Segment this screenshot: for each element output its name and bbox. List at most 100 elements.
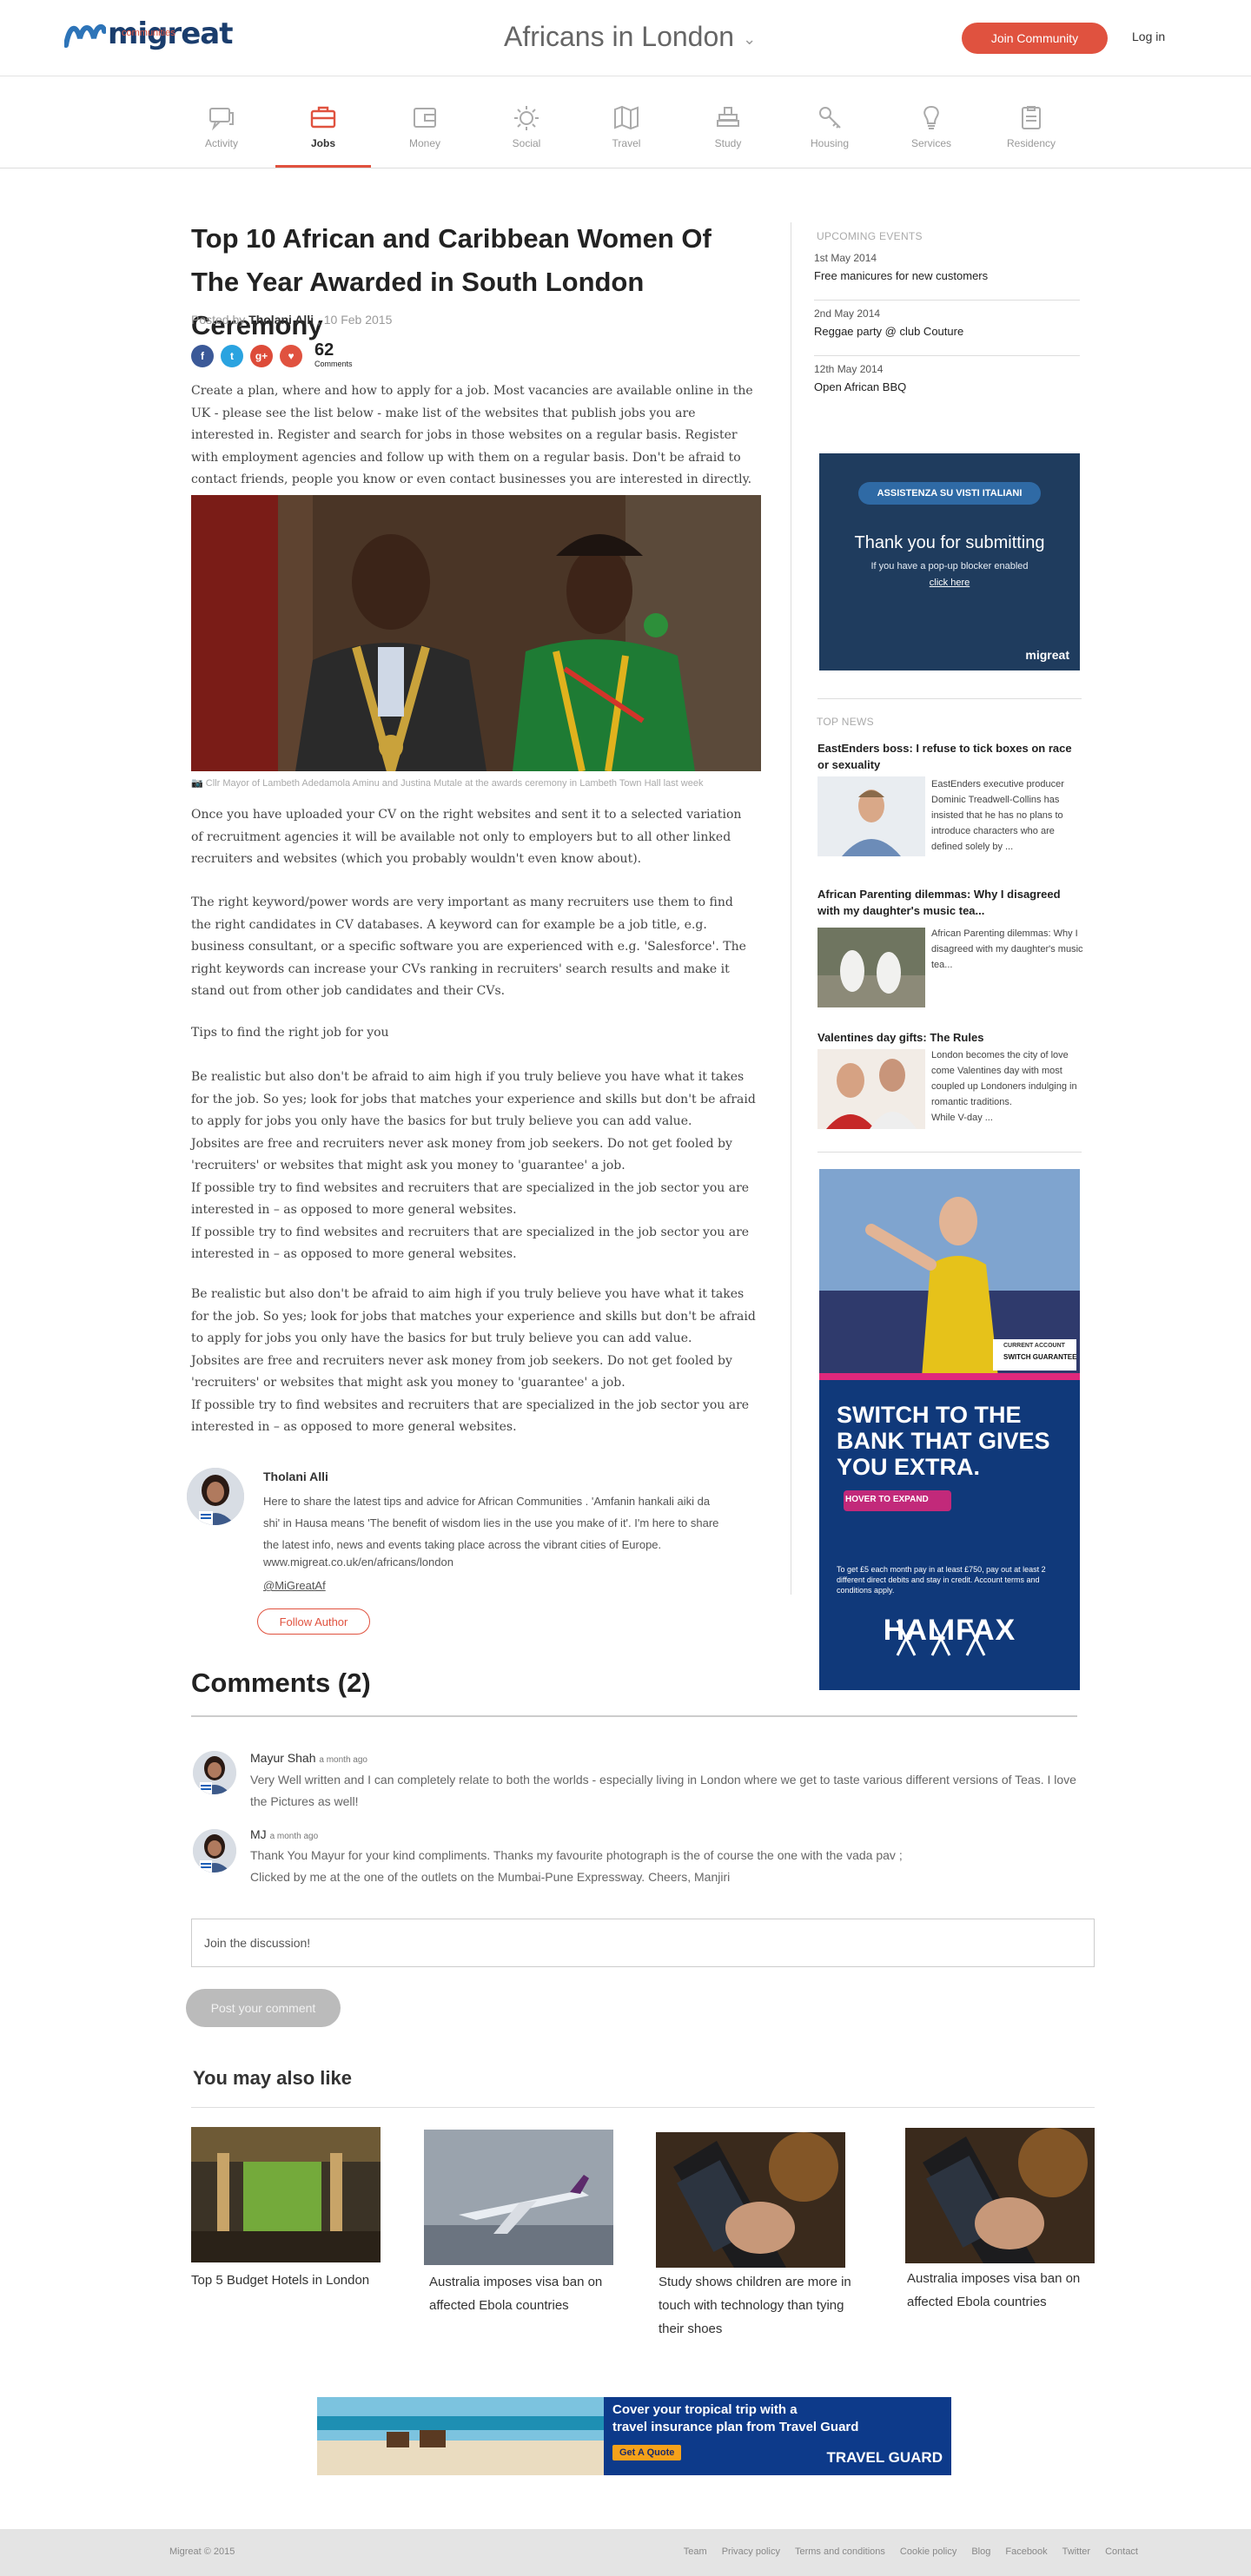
author-bio: Here to share the latest tips and advice… bbox=[263, 1495, 719, 1551]
tab-label: Jobs bbox=[310, 137, 335, 149]
tab-money[interactable]: Money bbox=[377, 102, 473, 149]
news-title[interactable]: EastEnders boss: I refuse to tick boxes … bbox=[817, 740, 1082, 773]
divider bbox=[191, 2107, 1095, 2108]
get-quote-button[interactable]: Get A Quote bbox=[612, 2445, 682, 2460]
facebook-share-icon[interactable]: f bbox=[191, 344, 214, 367]
avatar[interactable] bbox=[193, 1829, 236, 1873]
event-title: Open African BBQ bbox=[814, 380, 907, 393]
ad-click-here-link[interactable]: click here bbox=[819, 578, 1080, 588]
google-plus-share-icon[interactable]: g+ bbox=[250, 344, 273, 367]
event-date: 1st May 2014 bbox=[814, 252, 877, 264]
comment-text: Very Well written and I can completely r… bbox=[250, 1773, 1076, 1808]
comment-author-name[interactable]: MJ bbox=[250, 1827, 267, 1841]
comment-input[interactable] bbox=[191, 1919, 1095, 1967]
footer-link-contact[interactable]: Contact bbox=[1105, 2546, 1138, 2557]
tab-label: Housing bbox=[810, 137, 850, 149]
follow-author-button[interactable]: Follow Author bbox=[257, 1608, 370, 1635]
related-title[interactable]: Australia imposes visa ban on affected E… bbox=[907, 2267, 1107, 2314]
divider bbox=[191, 1715, 1077, 1717]
footer-link-twitter[interactable]: Twitter bbox=[1062, 2546, 1090, 2557]
posted-by-label: Posted by bbox=[191, 313, 249, 327]
article-paragraph: Be realistic but also don't be afraid to… bbox=[191, 1287, 756, 1434]
tab-travel[interactable]: Travel bbox=[579, 102, 674, 149]
related-title[interactable]: Australia imposes visa ban on affected E… bbox=[429, 2270, 629, 2317]
footer-links: Team Privacy policy Terms and conditions… bbox=[684, 2546, 1138, 2557]
comment-count-label: Comments bbox=[314, 360, 353, 368]
banner-line-1: Cover your tropical trip with a bbox=[612, 2402, 798, 2417]
tab-label: Travel bbox=[612, 137, 641, 149]
author-link[interactable]: Tholani Alli bbox=[248, 313, 314, 327]
comment-counter[interactable]: 62 Comments bbox=[314, 341, 353, 369]
event-date: 2nd May 2014 bbox=[814, 307, 881, 320]
footer-link-privacy[interactable]: Privacy policy bbox=[722, 2546, 780, 2557]
upcoming-events-heading: UPCOMING EVENTS bbox=[817, 230, 923, 242]
tab-residency[interactable]: Residency bbox=[983, 102, 1079, 149]
related-thumbnail[interactable] bbox=[424, 2130, 613, 2265]
ad-hover-button[interactable]: HOVER TO EXPAND bbox=[845, 1495, 929, 1504]
related-thumbnail[interactable] bbox=[905, 2128, 1095, 2263]
news-thumbnail[interactable] bbox=[817, 928, 925, 1007]
author-name[interactable]: Tholani Alli bbox=[263, 1470, 328, 1483]
tab-label: Money bbox=[408, 137, 441, 149]
event-item[interactable]: 12th May 2014 Open African BBQ bbox=[814, 356, 1080, 412]
twitter-share-icon[interactable]: t bbox=[221, 344, 243, 367]
bulb-icon bbox=[923, 105, 939, 129]
article-paragraph: Once you have uploaded your CV on the ri… bbox=[191, 808, 742, 866]
tab-study[interactable]: Study bbox=[680, 102, 776, 149]
news-title[interactable]: African Parenting dilemmas: Why I disagr… bbox=[817, 886, 1082, 919]
related-thumbnail[interactable] bbox=[191, 2127, 381, 2262]
avatar[interactable] bbox=[193, 1751, 236, 1794]
tab-social[interactable]: Social bbox=[479, 102, 574, 149]
community-name: Africans in London bbox=[504, 21, 735, 52]
footer-link-terms[interactable]: Terms and conditions bbox=[795, 2546, 885, 2557]
article-byline: Posted by Tholani Alli , 10 Feb 2015 bbox=[191, 313, 393, 327]
article-paragraph: The right keyword/power words are very i… bbox=[191, 895, 746, 998]
halifax-advert[interactable]: CURRENT ACCOUNT SWITCH GUARANTEE SWITCH … bbox=[819, 1169, 1080, 1690]
tab-services[interactable]: Services bbox=[884, 102, 979, 149]
comment-author: MJ a month ago bbox=[250, 1827, 318, 1841]
join-community-button[interactable]: Join Community bbox=[962, 23, 1108, 54]
event-item[interactable]: 1st May 2014 Free manicures for new cust… bbox=[814, 245, 1080, 301]
news-thumbnail[interactable] bbox=[817, 1049, 925, 1129]
site-footer: Migreat © 2015 Team Privacy policy Terms… bbox=[0, 2529, 1251, 2576]
travel-guard-banner[interactable]: Cover your tropical trip with a travel i… bbox=[317, 2397, 951, 2475]
related-heading: You may also like bbox=[193, 2067, 353, 2089]
divider bbox=[817, 1152, 1082, 1153]
article-subheading: Tips to find the right job for you bbox=[191, 1026, 389, 1040]
ad-pill-label: ASSISTENZA SU VISTI ITALIANI bbox=[858, 482, 1041, 505]
map-icon bbox=[614, 105, 639, 130]
caption-text: Cllr Mayor of Lambeth Adedamola Aminu an… bbox=[205, 778, 704, 789]
tab-activity[interactable]: Activity bbox=[174, 102, 269, 149]
tab-label: Activity bbox=[204, 137, 238, 149]
news-title[interactable]: Valentines day gifts: The Rules bbox=[817, 1029, 1082, 1046]
visa-advert[interactable]: ASSISTENZA SU VISTI ITALIANI Thank you f… bbox=[819, 453, 1080, 670]
event-item[interactable]: 2nd May 2014 Reggae party @ club Couture bbox=[814, 301, 1080, 356]
author-avatar[interactable] bbox=[187, 1468, 244, 1525]
author-twitter-link[interactable]: @MiGreatAf bbox=[263, 1579, 326, 1592]
author-website-link[interactable]: www.migreat.co.uk/en/africans/london bbox=[263, 1556, 453, 1569]
comment-author: Mayur Shah a month ago bbox=[250, 1751, 367, 1765]
image-caption: 📷 Cllr Mayor of Lambeth Adedamola Aminu … bbox=[191, 777, 703, 789]
article-title: Top 10 African and Caribbean Women Of Th… bbox=[191, 223, 712, 340]
footer-link-cookie[interactable]: Cookie policy bbox=[900, 2546, 956, 2557]
comment-time: a month ago bbox=[269, 1832, 319, 1841]
footer-link-blog[interactable]: Blog bbox=[971, 2546, 990, 2557]
footer-link-team[interactable]: Team bbox=[684, 2546, 707, 2557]
news-thumbnail[interactable] bbox=[817, 776, 925, 856]
post-comment-button[interactable]: Post your comment bbox=[186, 1989, 341, 2027]
login-link[interactable]: Log in bbox=[1132, 30, 1165, 43]
related-thumbnail[interactable] bbox=[656, 2132, 845, 2268]
key-icon bbox=[819, 107, 841, 129]
tab-label: Residency bbox=[1006, 137, 1056, 149]
footer-link-facebook[interactable]: Facebook bbox=[1005, 2546, 1047, 2557]
ad-thanks-text: Thank you for submitting bbox=[854, 533, 1045, 552]
heart-icon[interactable]: ♥ bbox=[280, 344, 302, 367]
tab-jobs[interactable]: Jobs bbox=[275, 102, 371, 168]
related-title[interactable]: Top 5 Budget Hotels in London bbox=[191, 2269, 391, 2292]
clipboard-icon bbox=[1022, 106, 1041, 129]
tab-housing[interactable]: Housing bbox=[782, 102, 877, 149]
related-title[interactable]: Study shows children are more in touch w… bbox=[659, 2270, 858, 2341]
event-title: Reggae party @ club Couture bbox=[814, 325, 964, 338]
community-selector[interactable]: Africans in London ⌄ bbox=[504, 21, 756, 53]
comment-author-name[interactable]: Mayur Shah bbox=[250, 1751, 315, 1765]
